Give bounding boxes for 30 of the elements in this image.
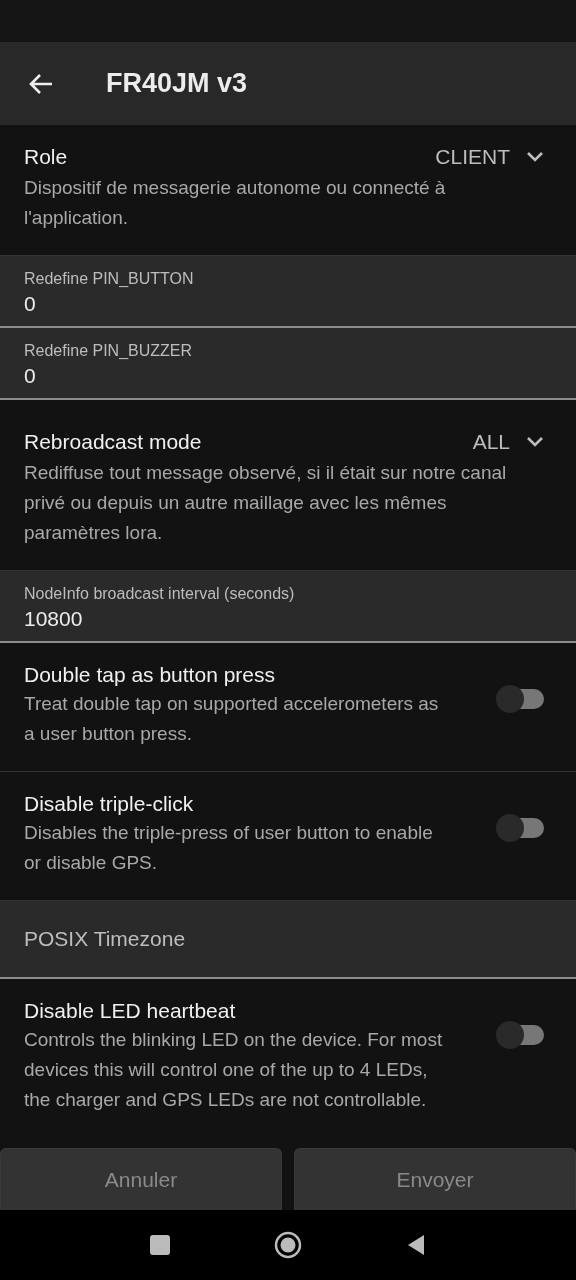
setting-description: Treat double tap on supported accelerometers as a user button press. <box>24 692 440 746</box>
chevron-down-icon <box>526 151 544 163</box>
toggle-switch[interactable] <box>496 683 546 713</box>
text-field[interactable]: POSIX Timezone <box>0 901 576 979</box>
field-input[interactable]: 10800 <box>24 607 552 631</box>
setting-description: Controls the blinking LED on the device. For most devices this will control one of the up to 4 LEDs, the charger and GPS LEDs are not controllable. <box>24 1028 444 1112</box>
field-input[interactable]: 0 <box>24 292 552 316</box>
field-input[interactable]: POSIX Timezone <box>24 927 552 951</box>
field-label: Redefine PIN_BUTTON <box>24 270 195 288</box>
field-label: Redefine PIN_BUZZER <box>24 342 194 360</box>
screen-title: FR40JM v3 <box>106 68 248 99</box>
setting-title: Role <box>24 145 68 169</box>
setting-title: Disable LED heartbeat <box>24 999 237 1023</box>
toggle-switch[interactable] <box>496 1019 546 1049</box>
setting-title: Rebroadcast mode <box>24 430 202 454</box>
toggle-switch[interactable] <box>496 812 546 842</box>
field-input[interactable]: 0 <box>24 364 552 388</box>
role-dropdown[interactable]: CLIENT <box>435 145 552 169</box>
setting-description: Rediffuse tout message observé, si il était sur notre canal privé ou depuis un autre maillage avec les mêmes paramètres lora. <box>24 461 508 545</box>
text-field[interactable]: Redefine PIN_BUTTON 0 <box>0 256 576 328</box>
text-field[interactable]: Redefine PIN_BUZZER 0 <box>0 328 576 400</box>
setting-title: Disable triple-click <box>24 792 195 816</box>
home-icon[interactable] <box>274 1231 302 1259</box>
role-dropdown[interactable]: ALL <box>472 430 552 454</box>
setting-title: Double tap as button press <box>24 663 276 687</box>
chevron-down-icon <box>526 436 544 448</box>
field-label: NodeInfo broadcast interval (seconds) <box>24 585 296 603</box>
setting-description: Disables the triple-press of user button to enable or disable GPS. <box>24 821 434 875</box>
text-field[interactable]: NodeInfo broadcast interval (seconds) 10800 <box>0 571 576 643</box>
setting-description: Dispositif de messagerie autonome ou connecté à l'application. <box>24 176 447 230</box>
